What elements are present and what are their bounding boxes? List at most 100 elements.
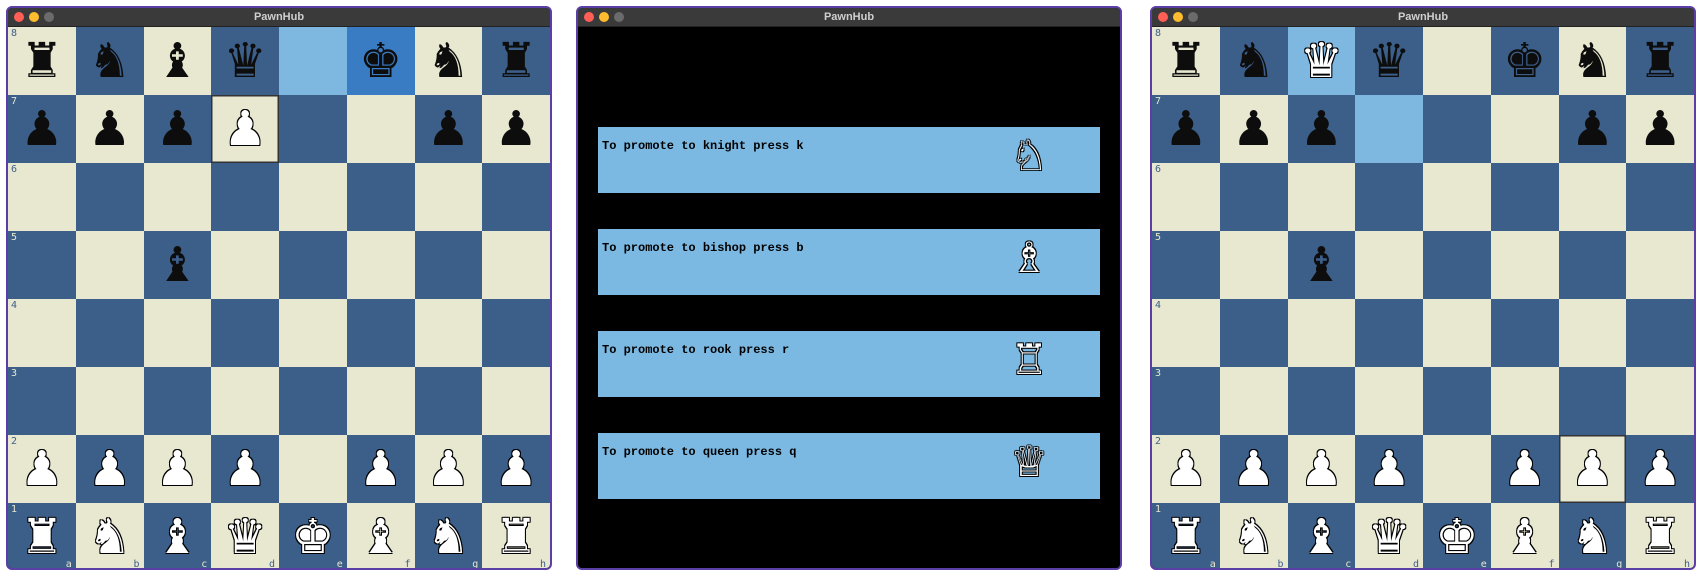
white-knight-icon[interactable]: ♞ [88,513,131,561]
square-a5[interactable]: 5 [8,231,76,299]
square-d2[interactable]: ♟ [1355,435,1423,503]
black-pawn-icon[interactable]: ♟ [1639,105,1682,153]
square-h7[interactable]: ♟ [482,95,550,163]
square-f7[interactable] [1490,95,1559,163]
square-d3[interactable] [1355,367,1423,435]
square-c7[interactable]: ♟ [143,95,212,163]
square-c8[interactable]: ♛ [1287,27,1356,95]
minimize-window-button[interactable] [29,12,39,22]
white-rook-icon[interactable]: ♜ [1639,513,1682,561]
black-king-icon[interactable]: ♚ [359,37,402,85]
zoom-window-button[interactable] [44,12,54,22]
black-pawn-icon[interactable]: ♟ [20,105,63,153]
square-c2[interactable]: ♟ [1287,435,1356,503]
square-b5[interactable] [75,231,144,299]
square-f8[interactable]: ♚ [346,27,415,95]
square-f4[interactable] [1490,299,1559,367]
square-g1[interactable]: ♞ g [414,503,483,568]
square-b7[interactable]: ♟ [1219,95,1288,163]
square-d6[interactable] [1355,163,1423,231]
chess-board[interactable]: ♜ 8 ♞ ♝ ♛ ♚ ♞ ♜ ♟ 7 ♟ ♟ ♟ ♟ ♟ 6 5 ♝ 4 3 ♟ 2 ♟ ♟ ♟ ♟ ♟ ♟ ♜ 1 a ♞ b ♝ c ♛ d ♚ e ♝… [8,27,550,568]
white-queen-icon[interactable]: ♛ [224,513,267,561]
square-f7[interactable] [346,95,415,163]
square-d7[interactable] [1355,95,1423,163]
square-b8[interactable]: ♞ [75,27,144,95]
square-d1[interactable]: ♛ d [1355,503,1423,568]
square-f3[interactable] [346,367,415,435]
square-d4[interactable] [1355,299,1423,367]
square-h4[interactable] [1626,299,1694,367]
square-h5[interactable] [482,231,550,299]
square-a8[interactable]: ♜ 8 [8,27,76,95]
square-b8[interactable]: ♞ [1219,27,1288,95]
square-e8[interactable] [1423,27,1491,95]
square-d4[interactable] [211,299,279,367]
minimize-window-button[interactable] [599,12,609,22]
square-g3[interactable] [1558,367,1627,435]
square-a2[interactable]: ♟ 2 [1152,435,1220,503]
square-b2[interactable]: ♟ [1219,435,1288,503]
square-h1[interactable]: ♜ h [1626,503,1694,568]
black-queen-icon[interactable]: ♛ [224,37,267,85]
square-h2[interactable]: ♟ [1626,435,1694,503]
square-a4[interactable]: 4 [1152,299,1220,367]
white-king-icon[interactable]: ♚ [291,513,334,561]
square-e4[interactable] [279,299,347,367]
close-window-button[interactable] [14,12,24,22]
white-pawn-icon[interactable]: ♟ [1232,445,1275,493]
white-pawn-icon[interactable]: ♟ [1300,445,1343,493]
square-b5[interactable] [1219,231,1288,299]
square-a4[interactable]: 4 [8,299,76,367]
square-h8[interactable]: ♜ [1626,27,1694,95]
square-e7[interactable] [279,95,347,163]
square-h6[interactable] [482,163,550,231]
white-knight-icon[interactable]: ♞ [427,513,470,561]
square-g7[interactable]: ♟ [1558,95,1627,163]
white-pawn-icon[interactable]: ♟ [495,445,538,493]
chess-board[interactable]: ♜ 8 ♞ ♛ ♛ ♚ ♞ ♜ ♟ 7 ♟ ♟ ♟ ♟ 6 5 ♝ 4 3 ♟ 2 ♟ ♟ ♟ ♟ ♟ ♟ ♜ 1 a ♞ b ♝ c ♛ d ♚ e ♝ f… [1152,27,1694,568]
black-pawn-icon[interactable]: ♟ [427,105,470,153]
white-pawn-icon[interactable]: ♟ [156,445,199,493]
square-b2[interactable]: ♟ [75,435,144,503]
square-e3[interactable] [279,367,347,435]
square-c4[interactable] [1287,299,1356,367]
square-f2[interactable]: ♟ [1490,435,1559,503]
square-g5[interactable] [1558,231,1627,299]
square-h4[interactable] [482,299,550,367]
square-d1[interactable]: ♛ d [211,503,279,568]
square-f1[interactable]: ♝ f [1490,503,1559,568]
square-g5[interactable] [414,231,483,299]
square-d2[interactable]: ♟ [211,435,279,503]
square-f1[interactable]: ♝ f [346,503,415,568]
black-bishop-icon[interactable]: ♝ [156,241,199,289]
square-b3[interactable] [1219,367,1288,435]
square-b4[interactable] [75,299,144,367]
white-knight-icon[interactable]: ♞ [1232,513,1275,561]
square-b6[interactable] [1219,163,1288,231]
square-b6[interactable] [75,163,144,231]
square-f5[interactable] [1490,231,1559,299]
square-c1[interactable]: ♝ c [143,503,212,568]
white-pawn-icon[interactable]: ♟ [1503,445,1546,493]
square-h3[interactable] [1626,367,1694,435]
black-knight-icon[interactable]: ♞ [88,37,131,85]
square-d8[interactable]: ♛ [1355,27,1423,95]
square-c8[interactable]: ♝ [143,27,212,95]
square-e1[interactable]: ♚ e [279,503,347,568]
square-e2[interactable] [1423,435,1491,503]
square-g8[interactable]: ♞ [414,27,483,95]
white-pawn-icon[interactable]: ♟ [20,445,63,493]
square-e1[interactable]: ♚ e [1423,503,1491,568]
white-bishop-icon[interactable]: ♝ [1300,513,1343,561]
zoom-window-button[interactable] [614,12,624,22]
square-a6[interactable]: 6 [8,163,76,231]
square-e5[interactable] [1423,231,1491,299]
square-a7[interactable]: ♟ 7 [1152,95,1220,163]
white-bishop-icon[interactable]: ♝ [1503,513,1546,561]
square-b1[interactable]: ♞ b [1219,503,1288,568]
black-pawn-icon[interactable]: ♟ [1571,105,1614,153]
close-window-button[interactable] [1158,12,1168,22]
square-h2[interactable]: ♟ [482,435,550,503]
square-c4[interactable] [143,299,212,367]
black-pawn-icon[interactable]: ♟ [495,105,538,153]
